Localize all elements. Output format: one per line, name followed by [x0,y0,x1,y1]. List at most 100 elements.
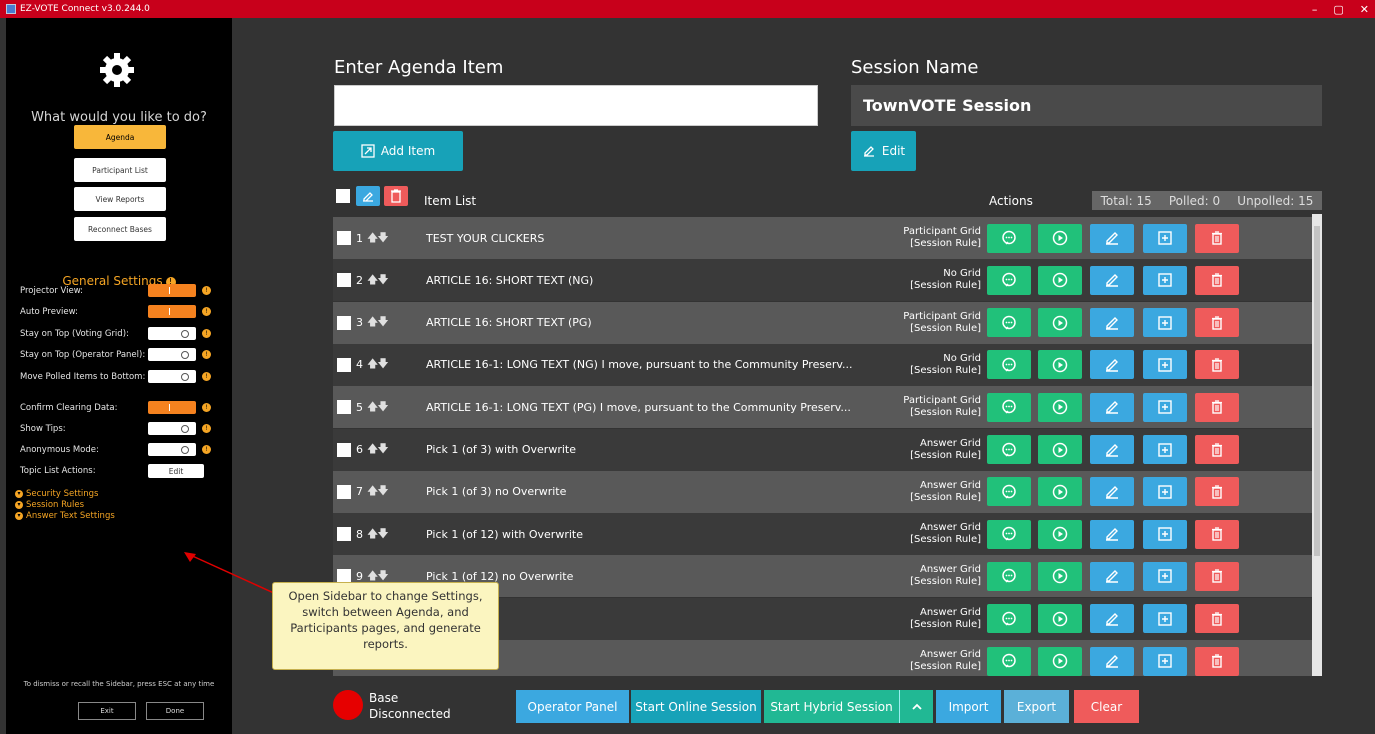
table-row[interactable]: 4 🡅🡇 ARTICLE 16-1: LONG TEXT (NG) I move, … [333,343,1313,386]
select-all-checkbox[interactable] [336,189,350,203]
delete-item-button[interactable] [1195,604,1239,634]
add-item-button[interactable]: Add Item [333,131,463,171]
start-hybrid-session-button[interactable]: Start Hybrid Session [764,690,899,723]
delete-item-button[interactable] [1195,308,1239,338]
edit-item-button[interactable] [1090,646,1134,676]
row-checkbox[interactable] [337,400,351,415]
info-icon[interactable]: ! [202,329,211,338]
arrow-up-icon[interactable]: 🡅 [367,400,378,413]
arrow-down-icon[interactable]: 🡇 [377,442,388,455]
poll-button[interactable] [987,519,1031,549]
info-icon[interactable]: ! [202,372,211,381]
table-row[interactable]: 5 🡅🡇 ARTICLE 16-1: LONG TEXT (PG) I move, … [333,386,1313,429]
poll-button[interactable] [987,435,1031,464]
arrow-up-icon[interactable]: 🡅 [367,527,378,540]
poll-button[interactable] [987,265,1031,295]
answer-text-settings-link[interactable]: ▾ Answer Text Settings [15,511,115,521]
toggle-auto-preview[interactable] [148,305,196,318]
list-scrollbar[interactable] [1312,214,1322,676]
poll-button[interactable] [987,561,1031,591]
expand-item-button[interactable] [1143,604,1187,634]
expand-item-button[interactable] [1143,265,1187,295]
row-checkbox[interactable] [337,273,351,288]
delete-item-button[interactable] [1195,392,1239,422]
edit-item-button[interactable] [1090,561,1134,591]
done-button[interactable]: Done [146,702,204,720]
start-poll-button[interactable] [1038,646,1082,676]
table-row[interactable]: 2 🡅🡇 ARTICLE 16: SHORT TEXT (NG) No Grid [Se… [333,259,1313,302]
agenda-item-input[interactable] [334,85,818,126]
toggle-anonymous-mode[interactable] [148,443,196,456]
poll-button[interactable] [987,646,1031,676]
start-poll-button[interactable] [1038,435,1082,464]
bulk-delete-button[interactable] [384,186,408,206]
sidebar-item-view-reports[interactable]: View Reports [74,187,166,211]
delete-item-button[interactable] [1195,519,1239,549]
row-checkbox[interactable] [337,231,351,245]
delete-item-button[interactable] [1195,646,1239,676]
table-row[interactable]: 1 🡅🡇 TEST YOUR CLICKERS Participant Grid [Se… [333,217,1313,259]
toggle-move-polled[interactable] [148,370,196,383]
scrollbar-thumb[interactable] [1314,226,1320,556]
expand-item-button[interactable] [1143,308,1187,338]
toggle-confirm-clearing[interactable] [148,401,196,414]
start-poll-button[interactable] [1038,519,1082,549]
info-icon[interactable]: ! [202,424,211,433]
table-row[interactable]: 3 🡅🡇 ARTICLE 16: SHORT TEXT (PG) Participan… [333,301,1313,344]
arrow-down-icon[interactable]: 🡇 [377,569,388,582]
edit-item-button[interactable] [1090,308,1134,338]
arrow-up-icon[interactable]: 🡅 [367,315,378,328]
info-icon[interactable]: ! [202,286,211,295]
close-button[interactable]: ✕ [1360,3,1369,16]
edit-item-button[interactable] [1090,477,1134,507]
edit-item-button[interactable] [1090,519,1134,549]
sidebar-item-participant-list[interactable]: Participant List [74,158,166,182]
import-button[interactable]: Import [936,690,1001,723]
clear-button[interactable]: Clear [1074,690,1139,723]
delete-item-button[interactable] [1195,435,1239,464]
start-online-session-button[interactable]: Start Online Session [631,690,761,723]
delete-item-button[interactable] [1195,223,1239,253]
security-settings-link[interactable]: ▾ Security Settings [15,489,98,499]
sidebar-item-agenda[interactable]: Agenda [74,125,166,149]
arrow-up-icon[interactable]: 🡅 [367,569,378,582]
edit-item-button[interactable] [1090,392,1134,422]
start-poll-button[interactable] [1038,392,1082,422]
edit-item-button[interactable] [1090,604,1134,634]
arrow-down-icon[interactable]: 🡇 [377,315,388,328]
info-icon[interactable]: ! [202,403,211,412]
poll-button[interactable] [987,604,1031,634]
expand-item-button[interactable] [1143,350,1187,380]
toggle-projector-view[interactable] [148,284,196,297]
info-icon[interactable]: ! [202,445,211,454]
info-icon[interactable]: ! [202,350,211,359]
hybrid-options-button[interactable] [899,690,933,723]
start-poll-button[interactable] [1038,350,1082,380]
table-row[interactable]: 6 🡅🡇 Pick 1 (of 3) with Overwrite Answer Gr… [333,428,1313,471]
session-edit-button[interactable]: Edit [851,131,916,171]
expand-item-button[interactable] [1143,477,1187,507]
start-poll-button[interactable] [1038,265,1082,295]
arrow-down-icon[interactable]: 🡇 [377,400,388,413]
arrow-up-icon[interactable]: 🡅 [367,357,378,370]
arrow-up-icon[interactable]: 🡅 [367,231,378,244]
start-poll-button[interactable] [1038,308,1082,338]
delete-item-button[interactable] [1195,265,1239,295]
sidebar-item-reconnect-bases[interactable]: Reconnect Bases [74,217,166,241]
arrow-down-icon[interactable]: 🡇 [377,357,388,370]
expand-item-button[interactable] [1143,435,1187,464]
expand-item-button[interactable] [1143,392,1187,422]
start-poll-button[interactable] [1038,561,1082,591]
arrow-down-icon[interactable]: 🡇 [377,484,388,497]
edit-item-button[interactable] [1090,435,1134,464]
edit-item-button[interactable] [1090,350,1134,380]
row-checkbox[interactable] [337,315,351,330]
minimize-button[interactable]: – [1312,3,1318,16]
expand-item-button[interactable] [1143,646,1187,676]
start-poll-button[interactable] [1038,604,1082,634]
delete-item-button[interactable] [1195,561,1239,591]
toggle-stay-on-top-operator[interactable] [148,348,196,361]
row-checkbox[interactable] [337,484,351,499]
bulk-edit-button[interactable] [356,186,380,206]
row-checkbox[interactable] [337,442,351,457]
